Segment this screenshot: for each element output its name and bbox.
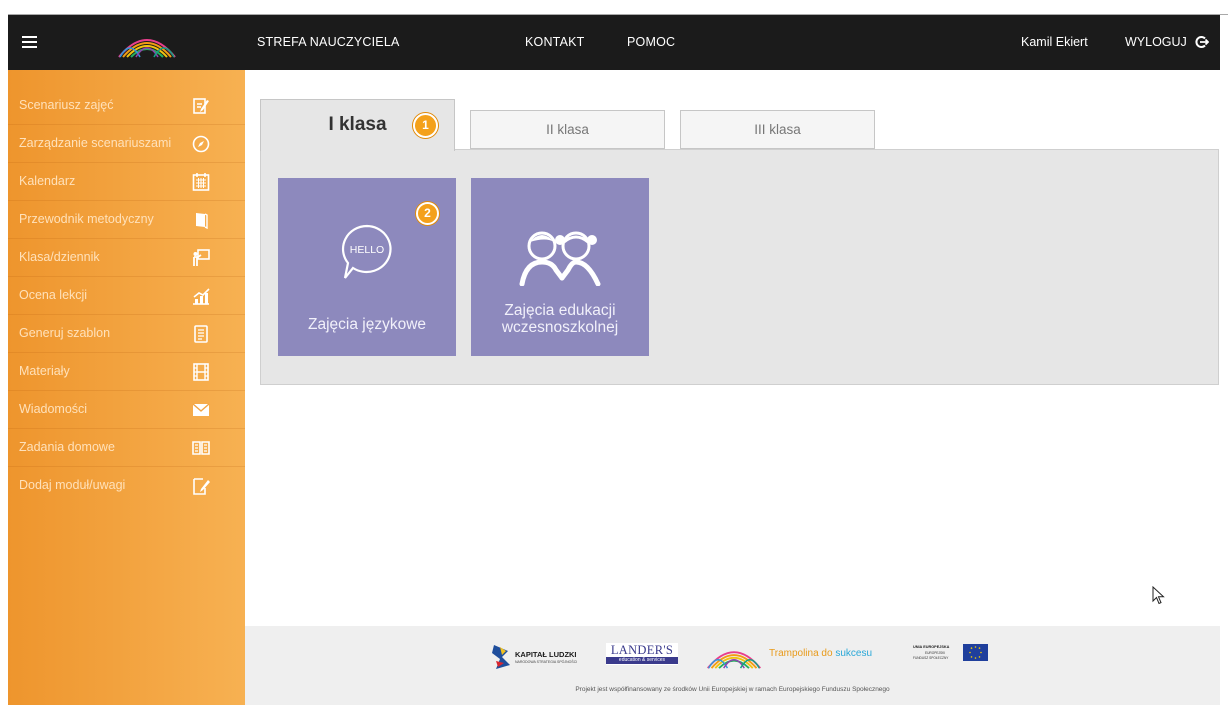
sidebar-item-label: Klasa/dziennik — [19, 250, 100, 264]
ue-subtext1: EUROPEJSKI — [925, 651, 946, 655]
tab-iii-klasa[interactable]: III klasa — [680, 110, 875, 149]
trampolina-text-part1: Trampolina do — [769, 648, 833, 659]
sidebar-item-label: Zadania domowe — [19, 440, 115, 454]
compass-icon — [192, 135, 210, 153]
sidebar-item-label: Kalendarz — [19, 174, 76, 188]
nav-strefa-nauczyciela[interactable]: STREFA NAUCZYCIELA — [257, 35, 400, 49]
sidebar-item-zarzadzanie-scenariuszami[interactable]: Zarządzanie scenariuszami — [8, 125, 245, 163]
ue-text: UNIA EUROPEJSKA — [913, 645, 950, 649]
logout-icon — [1195, 36, 1210, 48]
hamburger-menu-icon[interactable] — [22, 36, 37, 48]
book-icon — [196, 213, 208, 230]
step-badge-1: 1 — [413, 113, 438, 138]
landers-subtext: education & services — [606, 657, 678, 664]
envelope-icon — [192, 403, 210, 416]
kapital-ludzki-subtext: NARODOWA STRATEGIA SPÓJNOŚCI — [515, 660, 578, 664]
sidebar-item-materialy[interactable]: Materiały — [8, 353, 245, 391]
sidebar-item-label: Ocena lekcji — [19, 288, 88, 302]
sidebar-item-przewodnik-metodyczny[interactable]: Przewodnik metodyczny — [8, 201, 245, 239]
logout-label: WYLOGUJ — [1125, 35, 1187, 49]
tab-label: II klasa — [546, 122, 589, 137]
tile-label-line2: wczesnoszkolnej — [501, 319, 619, 336]
sidebar: Scenariusz zajęć Zarządzanie scenariusza… — [8, 70, 245, 705]
sidebar-item-dodaj-modul-uwagi[interactable]: Dodaj moduł/uwagi — [8, 467, 245, 504]
tab-label: I klasa — [328, 114, 387, 135]
logo-landers: LANDER'S education & services — [606, 643, 678, 665]
ue-subtext2: FUNDUSZ SPOŁECZNY — [913, 656, 949, 660]
sidebar-item-label: Materiały — [19, 364, 70, 378]
logo-unia-europejska: UNIA EUROPEJSKA EUROPEJSKI FUNDUSZ SPOŁE… — [913, 643, 998, 665]
sidebar-item-generuj-szablon[interactable]: Generuj szablon — [8, 315, 245, 353]
tab-panel: HELLO Zajęcia językowe 2 Zajęcia edukacj… — [260, 149, 1219, 385]
trampolina-footer-logo — [707, 651, 761, 669]
landers-text: LANDER'S — [610, 643, 674, 657]
mouse-cursor-icon — [1152, 586, 1165, 605]
sidebar-item-wiadomosci[interactable]: Wiadomości — [8, 391, 245, 429]
film-icon — [193, 363, 209, 381]
user-name[interactable]: Kamil Ekiert — [1021, 35, 1088, 49]
tile-zajecia-edukacji-wczesnoszkolnej[interactable]: Zajęcia edukacji wczesnoszkolnej — [471, 178, 649, 356]
tile-label-line1: Zajęcia edukacji — [504, 302, 616, 319]
sidebar-item-label: Wiadomości — [19, 402, 88, 416]
teacher-board-icon — [193, 249, 210, 266]
logout-button[interactable]: WYLOGUJ — [1125, 35, 1210, 49]
nav-pomoc[interactable]: POMOC — [627, 35, 675, 49]
children-icon — [519, 231, 601, 286]
edit-note-icon — [193, 478, 210, 495]
eu-flag-icon — [963, 644, 988, 661]
sidebar-item-kalendarz[interactable]: Kalendarz — [8, 163, 245, 201]
trampolina-text-part2: sukcesu — [835, 648, 873, 659]
document-icon — [194, 325, 208, 343]
sidebar-item-label: Generuj szablon — [19, 326, 111, 340]
calendar-icon — [192, 173, 210, 191]
pencil-note-icon — [193, 98, 209, 114]
trampolina-rainbow-logo[interactable] — [116, 27, 178, 59]
sidebar-item-klasa-dziennik[interactable]: Klasa/dziennik — [8, 239, 245, 277]
sidebar-item-label: Przewodnik metodyczny — [19, 212, 154, 226]
footer: KAPITAŁ LUDZKI NARODOWA STRATEGIA SPÓJNO… — [245, 626, 1220, 705]
sidebar-item-label: Dodaj moduł/uwagi — [19, 478, 126, 492]
tab-i-klasa[interactable]: I klasa 1 — [260, 99, 455, 151]
speech-bubble-icon: HELLO — [341, 224, 392, 279]
main-content: HELLO Zajęcia językowe 2 Zajęcia edukacj… — [245, 70, 1220, 626]
kapital-ludzki-emblem — [492, 645, 510, 669]
sidebar-item-zadania-domowe[interactable]: Zadania domowe — [8, 429, 245, 467]
kapital-ludzki-text: KAPITAŁ LUDZKI — [515, 650, 577, 659]
open-book-icon — [192, 441, 210, 455]
step-badge-2: 2 — [416, 202, 439, 225]
top-navigation-bar: STREFA NAUCZYCIELA KONTAKT POMOC Kamil E… — [8, 15, 1220, 70]
sidebar-item-label: Scenariusz zajęć — [19, 98, 114, 112]
tile-label: Zajęcia językowe — [307, 316, 427, 333]
sidebar-item-scenariusz-zajec[interactable]: Scenariusz zajęć — [8, 87, 245, 125]
footer-cofinancing-note: Projekt jest współfinansowany ze środków… — [575, 686, 890, 693]
tile-zajecia-jezykowe[interactable]: HELLO Zajęcia językowe 2 — [278, 178, 456, 356]
sidebar-item-label: Zarządzanie scenariuszami — [19, 136, 172, 150]
trampolina-footer-text: Trampolina do sukcesu — [769, 648, 872, 659]
tab-ii-klasa[interactable]: II klasa — [470, 110, 665, 149]
logo-kapital-ludzki: KAPITAŁ LUDZKI NARODOWA STRATEGIA SPÓJNO… — [490, 643, 600, 671]
tab-label: III klasa — [754, 122, 801, 137]
speech-bubble-text: HELLO — [350, 244, 384, 256]
chart-icon — [193, 288, 210, 305]
nav-kontakt[interactable]: KONTAKT — [525, 35, 585, 49]
sidebar-item-ocena-lekcji[interactable]: Ocena lekcji — [8, 277, 245, 315]
